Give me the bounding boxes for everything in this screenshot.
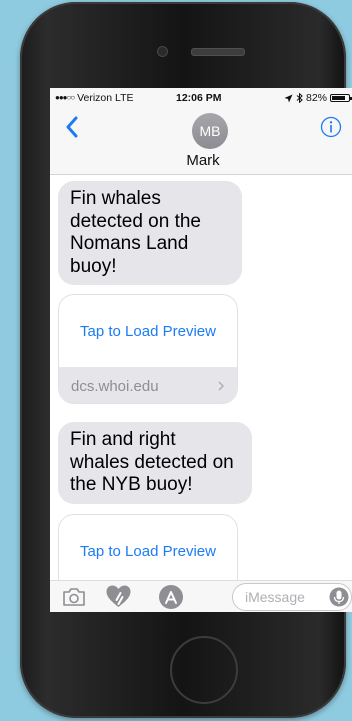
contact-name[interactable]: Mark: [50, 152, 352, 169]
bluetooth-icon: [296, 93, 303, 103]
location-arrow-icon: [284, 94, 293, 102]
info-circle-icon[interactable]: [320, 116, 342, 138]
network-label: LTE: [115, 92, 134, 104]
camera-icon[interactable]: [62, 587, 86, 607]
tap-to-load-preview[interactable]: Tap to Load Preview: [59, 295, 237, 367]
status-right: 82%: [284, 92, 352, 104]
digital-touch-heart-icon[interactable]: [105, 584, 132, 610]
earpiece-speaker: [191, 48, 245, 56]
conversation-header: MB Mark: [50, 108, 352, 175]
chevron-right-icon: [218, 381, 225, 391]
tap-to-load-preview[interactable]: Tap to Load Preview: [59, 515, 237, 587]
front-camera: [157, 46, 168, 57]
battery-icon: [330, 94, 352, 102]
clock: 12:06 PM: [176, 92, 222, 104]
link-domain[interactable]: dcs.whoi.edu: [59, 367, 237, 403]
home-button[interactable]: [170, 636, 238, 704]
domain-label: dcs.whoi.edu: [71, 377, 159, 395]
microphone-icon[interactable]: [329, 587, 349, 607]
link-preview-card[interactable]: Tap to Load Preview dcs.whoi.edu: [58, 294, 238, 404]
signal-icon: ●●●○○: [55, 93, 75, 102]
message-bubble[interactable]: Fin whales detected on the Nomans Land b…: [58, 181, 242, 285]
message-input-bar: [50, 580, 352, 612]
avatar[interactable]: MB: [192, 113, 228, 149]
carrier-info: ●●●○○ Verizon LTE: [55, 92, 134, 104]
carrier-label: Verizon: [77, 92, 113, 104]
chevron-left-icon[interactable]: [62, 112, 84, 142]
message-bubble[interactable]: Fin and right whales detected on the NYB…: [58, 422, 252, 504]
screen: ●●●○○ Verizon LTE 12:06 PM 82% MB Mark F…: [50, 88, 352, 612]
battery-percent: 82%: [305, 92, 327, 104]
phone-frame: ●●●○○ Verizon LTE 12:06 PM 82% MB Mark F…: [20, 2, 352, 718]
app-store-icon[interactable]: [158, 584, 184, 610]
status-bar: ●●●○○ Verizon LTE 12:06 PM 82%: [50, 88, 352, 108]
